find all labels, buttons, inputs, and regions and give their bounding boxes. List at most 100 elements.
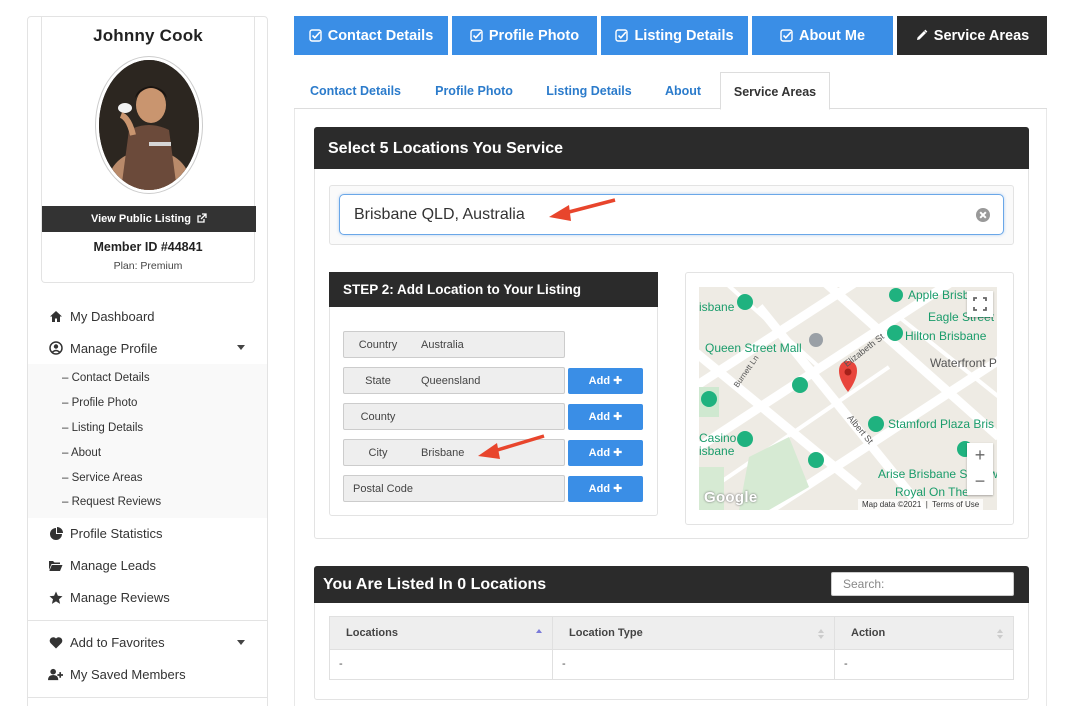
field-label: City — [343, 439, 413, 466]
tab-contact-details[interactable]: Contact Details — [294, 72, 417, 109]
sidebar-nav: My Dashboard Manage Profile – Contact De… — [28, 300, 267, 704]
nav-manage-profile[interactable]: Manage Profile — [28, 332, 267, 364]
map-label: Royal On The — [895, 485, 969, 499]
top-tab-listing-details[interactable]: Listing Details — [601, 16, 748, 55]
sidebar-sub-listing-details[interactable]: – Listing Details — [28, 416, 267, 441]
google-logo: Google — [704, 489, 758, 506]
column-label: Action — [851, 627, 886, 639]
annotation-arrow — [549, 198, 616, 221]
map[interactable]: Apple Brisb Eagle Street isbane Hilton B… — [699, 287, 997, 510]
nav-label: Manage Leads — [70, 558, 157, 574]
map-label: Waterfront P — [930, 356, 997, 370]
column-label: Location Type — [569, 627, 643, 639]
locations-table: Locations Location Type Action - - - — [329, 616, 1014, 680]
postal-code-field[interactable] — [422, 475, 565, 502]
add-postal-code-button[interactable]: Add ✚ — [568, 476, 643, 502]
pie-chart-icon — [48, 526, 63, 541]
sidebar-sub-service-areas[interactable]: – Service Areas — [28, 465, 267, 490]
county-field[interactable] — [412, 403, 565, 430]
column-label: Locations — [346, 627, 398, 639]
plan-label: Plan: Premium — [113, 260, 183, 272]
state-field[interactable]: Queensland — [412, 367, 565, 394]
tab-about[interactable]: About — [649, 72, 717, 109]
sidebar-sub-request-reviews[interactable]: – Request Reviews — [28, 490, 267, 515]
nav-label: My Dashboard — [70, 308, 155, 324]
view-public-listing-button[interactable]: View Public Listing — [42, 206, 256, 232]
checkbox-checked-icon — [309, 29, 322, 42]
nav-label: My Saved Members — [70, 667, 186, 683]
top-tab-about-me[interactable]: About Me — [752, 16, 893, 55]
add-county-button[interactable]: Add ✚ — [568, 404, 643, 430]
location-search-input[interactable]: Brisbane QLD, Australia — [339, 194, 1004, 235]
column-action[interactable]: Action — [835, 617, 1013, 649]
nav-my-saved-members[interactable]: My Saved Members — [28, 659, 267, 691]
map-label: Apple Brisb — [908, 288, 970, 302]
top-tab-profile-photo[interactable]: Profile Photo — [452, 16, 597, 55]
nav-manage-leads[interactable]: Manage Leads — [28, 550, 267, 582]
annotation-arrow — [478, 434, 545, 459]
sort-icon — [997, 629, 1003, 639]
field-label: Country — [343, 331, 413, 358]
nav-label: Profile Statistics — [70, 526, 163, 542]
zoom-out-button[interactable]: − — [967, 469, 993, 495]
tab-service-areas[interactable]: Service Areas — [720, 72, 830, 110]
top-tab-contact-details[interactable]: Contact Details — [294, 16, 448, 55]
nav-add-to-favorites[interactable]: Add to Favorites — [28, 627, 267, 659]
manage-profile-submenu: – Contact Details – Profile Photo – List… — [28, 364, 267, 518]
table-search-input[interactable]: Search: — [831, 572, 1014, 596]
terms-link[interactable]: Terms of Use — [932, 500, 979, 509]
tab-label: Contact Details — [327, 27, 434, 44]
view-public-label: View Public Listing — [90, 213, 191, 225]
nav-my-dashboard[interactable]: My Dashboard — [28, 300, 267, 332]
folder-open-icon — [48, 558, 63, 573]
add-city-button[interactable]: Add ✚ — [568, 440, 643, 466]
sort-asc-icon — [536, 629, 542, 633]
sidebar: Johnny Cook View Public Listing Member I… — [27, 16, 268, 706]
clear-icon[interactable] — [976, 208, 990, 222]
map-label: Stamford Plaza Bris — [888, 417, 995, 431]
sidebar-sub-profile-photo[interactable]: – Profile Photo — [28, 391, 267, 416]
table-cell: - — [553, 650, 835, 679]
zoom-control: + − — [967, 443, 993, 495]
tab-profile-photo[interactable]: Profile Photo — [418, 72, 530, 109]
profile-name: Johnny Cook — [93, 26, 203, 45]
chevron-down-icon[interactable] — [237, 639, 245, 645]
tab-label: About Me — [798, 27, 866, 44]
external-link-icon — [197, 213, 207, 223]
checkbox-checked-icon — [780, 29, 793, 42]
nav-label: Add to Favorites — [70, 635, 165, 651]
add-state-button[interactable]: Add ✚ — [568, 368, 643, 394]
map-label: isbane — [699, 300, 735, 314]
tab-label: Service Areas — [933, 27, 1030, 44]
nav-profile-statistics[interactable]: Profile Statistics — [28, 518, 267, 550]
column-location-type[interactable]: Location Type — [553, 617, 835, 649]
nav-label: Manage Reviews — [70, 590, 170, 606]
tab-label: Profile Photo — [488, 27, 580, 44]
locations-title: Select 5 Locations You Service — [314, 127, 1029, 169]
nav-label: Manage Profile — [70, 340, 158, 356]
sidebar-sub-contact-details[interactable]: – Contact Details — [28, 366, 267, 391]
tab-listing-details[interactable]: Listing Details — [532, 72, 646, 109]
map-data-text: Map data ©2021 — [862, 500, 922, 509]
fullscreen-icon — [973, 297, 987, 311]
zoom-in-button[interactable]: + — [967, 443, 993, 469]
top-tab-service-areas[interactable]: Service Areas — [897, 16, 1047, 55]
sub-tabs: Contact Details Profile Photo Listing De… — [294, 72, 1047, 110]
profile-card: Johnny Cook View Public Listing Member I… — [41, 17, 256, 283]
chevron-down-icon[interactable] — [237, 345, 245, 350]
map-label: Casino — [699, 431, 737, 445]
field-label: State — [343, 367, 413, 394]
home-icon — [48, 309, 63, 324]
divider — [28, 696, 267, 698]
country-field[interactable]: Australia — [412, 331, 565, 358]
map-label: isbane — [699, 444, 735, 458]
sidebar-sub-about[interactable]: – About — [28, 440, 267, 465]
member-id: Member ID #44841 — [93, 240, 203, 254]
map-attribution: Map data ©2021 | Terms of Use — [858, 499, 984, 510]
map-label: Hilton Brisbane — [905, 329, 987, 343]
nav-manage-reviews[interactable]: Manage Reviews — [28, 582, 267, 614]
column-locations[interactable]: Locations — [330, 617, 553, 649]
fullscreen-button[interactable] — [967, 291, 993, 317]
sort-icon — [818, 629, 824, 639]
field-label: Postal Code — [343, 475, 423, 502]
